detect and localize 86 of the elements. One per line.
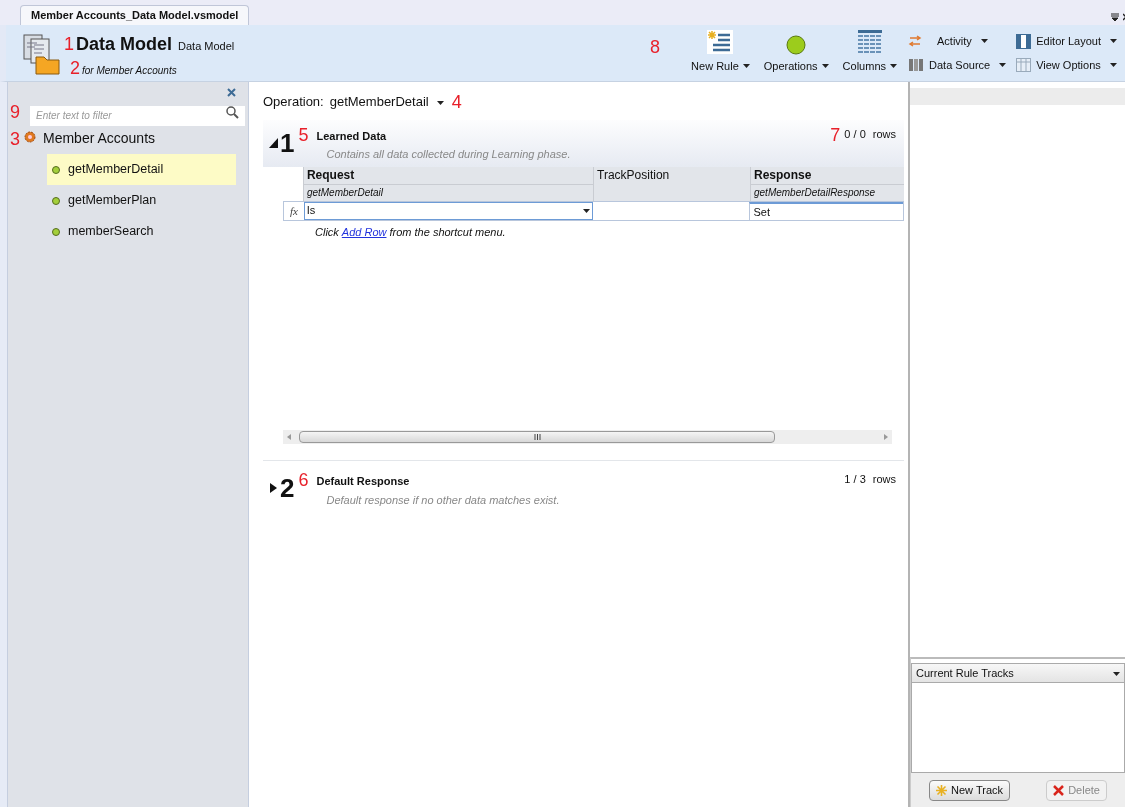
tracks-dropdown[interactable]: Current Rule Tracks — [911, 663, 1125, 683]
caret-icon — [1110, 39, 1117, 43]
toolbar-button[interactable]: Editor Layout — [1016, 31, 1117, 51]
caret-icon — [1109, 63, 1117, 67]
add-row-link[interactable]: Add Row — [341, 223, 387, 240]
callout-number: 5 — [298, 125, 309, 144]
hint-text: Click — [315, 224, 339, 240]
grip-icon — [533, 434, 541, 440]
column-title: Request — [305, 166, 356, 184]
toolbar-button[interactable]: View Options — [1016, 55, 1117, 75]
section-number: 1 — [280, 129, 295, 156]
search-icon[interactable] — [226, 106, 239, 119]
toolbar-button[interactable]: Data Source — [908, 55, 1007, 75]
toolbar-button[interactable]: Columns — [835, 27, 904, 79]
caret-icon — [1113, 671, 1120, 676]
column-subtitle: getMemberDetail — [303, 183, 593, 200]
star-icon — [936, 784, 948, 796]
horizontal-scrollbar[interactable] — [283, 430, 892, 444]
toolbar-button[interactable]: Operations — [756, 27, 836, 79]
callout-number: 1 — [64, 35, 74, 53]
operation-dropdown[interactable]: getMemberDetail — [329, 92, 444, 112]
tree-item[interactable]: getMemberDetail — [47, 154, 236, 185]
column-subtitle: getMemberDetailResponse — [751, 183, 904, 200]
documents-folder-icon — [22, 33, 60, 75]
callout-number: 4 — [451, 92, 462, 111]
document-tab[interactable]: Member Accounts_Data Model.vsmodel — [20, 5, 250, 25]
dropdown-cell[interactable]: Is — [303, 201, 593, 220]
arrows-icon — [908, 35, 922, 47]
callout-number: 2 — [70, 59, 80, 77]
section-description: Contains all data collected during Learning phase. — [326, 147, 571, 162]
new-track-button[interactable]: New Track — [929, 779, 1010, 801]
rows-label: rows — [872, 127, 896, 143]
tracks-list[interactable] — [911, 683, 1125, 773]
scroll-right-icon[interactable] — [884, 434, 888, 440]
section-title: Default Response — [316, 474, 411, 489]
expanded-triangle-icon[interactable] — [269, 137, 278, 148]
circle-icon — [786, 34, 807, 55]
scrollbar-thumb[interactable] — [299, 431, 775, 443]
toolbar-button[interactable]: New Rule — [684, 27, 757, 79]
model-type: Data Model — [178, 39, 235, 54]
operation-label: Operation: — [263, 93, 324, 111]
tree-item[interactable]: getMemberPlan — [47, 185, 236, 216]
hint-text: from the shortcut menu. — [389, 224, 506, 240]
callout-number: 9 — [9, 103, 21, 121]
circle-icon — [52, 196, 60, 205]
column-header[interactable]: Response getMemberDetailResponse — [750, 166, 904, 201]
caret-icon — [742, 63, 750, 68]
circle-icon — [52, 165, 60, 174]
row-count: 0 / 0 — [844, 127, 866, 143]
caret-icon — [436, 100, 444, 105]
caret-icon — [821, 63, 829, 68]
column-title: TrackPosition — [596, 166, 671, 184]
tree-root-label[interactable]: Member Accounts — [43, 128, 156, 149]
caret-icon — [980, 39, 988, 43]
table-icon — [856, 28, 883, 55]
callout-number: 3 — [9, 129, 21, 148]
model-title: Data Model — [76, 33, 173, 56]
rows-label: rows — [872, 472, 896, 487]
table-cell[interactable]: Set — [749, 201, 903, 220]
formula-marker: fx — [288, 203, 299, 219]
callout-number: 6 — [298, 471, 309, 489]
section-title: Learned Data — [316, 128, 388, 144]
toolbar-button[interactable]: Activity — [908, 31, 1007, 51]
grid-icon — [1016, 58, 1032, 72]
column-header[interactable]: Request getMemberDetail — [302, 166, 593, 201]
column-title: Response — [753, 166, 813, 184]
model-subtitle: for Member Accounts — [82, 64, 177, 78]
scroll-left-icon[interactable] — [287, 434, 291, 440]
section-description: Default response if no other data matches exist. — [326, 492, 560, 508]
gear-icon — [24, 130, 36, 143]
database-icon — [908, 58, 924, 72]
filter-field[interactable]: Enter text to filter — [30, 105, 245, 126]
caret-icon — [890, 63, 897, 68]
callout-number: 7 — [830, 125, 841, 144]
caret-icon — [583, 209, 590, 214]
caret-icon — [999, 63, 1007, 67]
circle-icon — [52, 227, 60, 236]
section-number: 2 — [280, 475, 295, 501]
menu-icon[interactable] — [1111, 13, 1119, 21]
collapsed-triangle-icon[interactable] — [269, 483, 278, 493]
callout-number: 8 — [650, 38, 661, 56]
column-header[interactable]: TrackPosition — [593, 166, 750, 201]
panels-icon — [1016, 33, 1032, 49]
delete-x-icon — [1053, 784, 1065, 796]
tree-item[interactable]: memberSearch — [47, 216, 236, 247]
row-count: 1 / 3 — [844, 472, 866, 487]
